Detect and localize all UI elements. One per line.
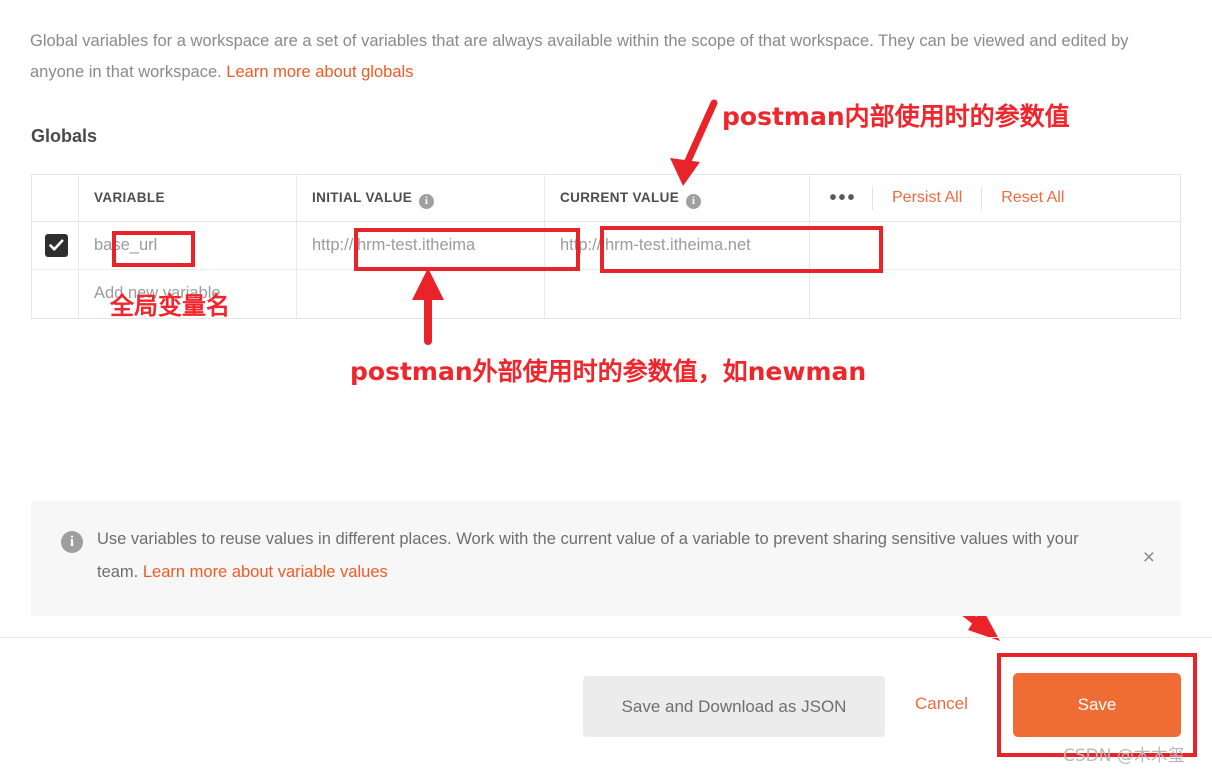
footer-divider [0,637,1212,638]
table-row: base_url http://ihrm-test.itheima http:/… [32,222,1180,270]
header-label-current-value: CURRENT VALUE i [560,190,702,209]
row-variable-cell[interactable]: base_url [79,222,297,269]
initial-value-input[interactable]: http://ihrm-test.itheima [312,236,539,255]
row-actions-cell [810,222,1180,269]
table-header-row: VARIABLE INITIAL VALUE i CURRENT VALUE i •… [32,175,1180,222]
annotation-external-value: postman外部使用时的参数值，如newman [350,357,867,386]
learn-more-variable-values-link[interactable]: Learn more about variable values [143,563,388,581]
info-icon-initial-value[interactable]: i [419,194,435,209]
globals-description: Global variables for a workspace are a s… [30,26,1180,88]
watermark: CSDN @木木玺 [1063,746,1185,766]
check-icon [49,239,64,251]
info-icon-current-value[interactable]: i [686,194,702,209]
row-initial-value-cell[interactable] [297,270,545,318]
row-select-cell [32,222,79,269]
row-actions-cell [810,270,1180,318]
annotation-variable-name: 全局变量名 [110,292,230,320]
annotation-internal-value: postman内部使用时的参数值 [722,102,1070,131]
cancel-button[interactable]: Cancel [915,694,968,714]
header-cell-actions: ••• Persist All Reset All [810,175,1180,221]
row-current-value-cell[interactable] [545,270,810,318]
current-value-input[interactable]: http://ihrm-test.itheima.net [560,236,804,255]
save-and-download-json-button[interactable]: Save and Download as JSON [583,676,885,737]
save-button[interactable]: Save [1013,673,1181,737]
header-cell-variable: VARIABLE [79,175,297,221]
persist-all-button[interactable]: Persist All [873,189,981,207]
bulk-actions: ••• Persist All Reset All [814,175,1083,221]
header-label-variable: VARIABLE [94,190,165,205]
row-initial-value-cell[interactable]: http://ihrm-test.itheima [297,222,545,269]
more-options-icon[interactable]: ••• [814,188,872,208]
row-checkbox[interactable] [45,234,68,257]
variable-name-input[interactable]: base_url [94,236,291,255]
header-cell-initial-value: INITIAL VALUE i [297,175,545,221]
header-label-initial-value: INITIAL VALUE i [312,190,435,209]
page-title: Globals [31,126,98,146]
row-select-cell [32,270,79,318]
intro-line-1: Global variables for a workspace are a s… [30,32,915,50]
info-icon: i [61,531,83,553]
header-cell-current-value: CURRENT VALUE i [545,175,810,221]
learn-more-globals-link[interactable]: Learn more about globals [226,63,413,81]
info-banner-text: Use variables to reuse values in differe… [97,530,1079,581]
close-icon[interactable]: × [1143,547,1155,568]
info-banner: i Use variables to reuse values in diffe… [31,501,1181,616]
row-current-value-cell[interactable]: http://ihrm-test.itheima.net [545,222,810,269]
reset-all-button[interactable]: Reset All [982,189,1083,207]
header-cell-select [32,175,79,221]
